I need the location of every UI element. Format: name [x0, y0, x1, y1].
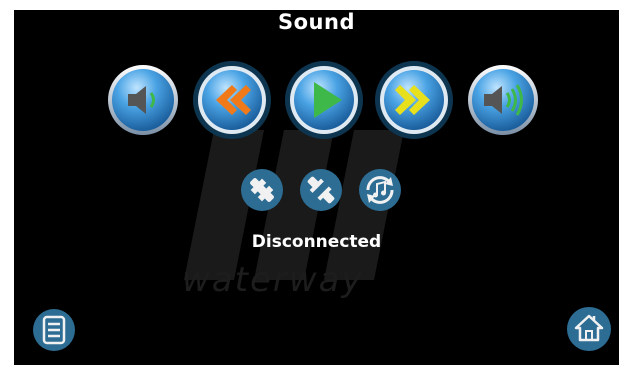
page-title: Sound [278, 10, 355, 34]
disconnect-button[interactable] [299, 168, 343, 212]
connection-status: Disconnected [251, 232, 382, 252]
connect-button[interactable] [240, 168, 284, 212]
rewind-button[interactable] [192, 60, 272, 140]
watermark-text: waterway [182, 260, 364, 300]
play-button[interactable] [284, 60, 364, 140]
menu-button[interactable] [32, 308, 76, 352]
home-button[interactable] [566, 306, 612, 352]
fast-forward-button[interactable] [374, 60, 454, 140]
sound-screen: waterway Sound Disconnected [14, 10, 619, 365]
music-sync-button[interactable] [358, 168, 402, 212]
volume-down-button[interactable] [106, 63, 180, 137]
volume-up-button[interactable] [466, 63, 540, 137]
